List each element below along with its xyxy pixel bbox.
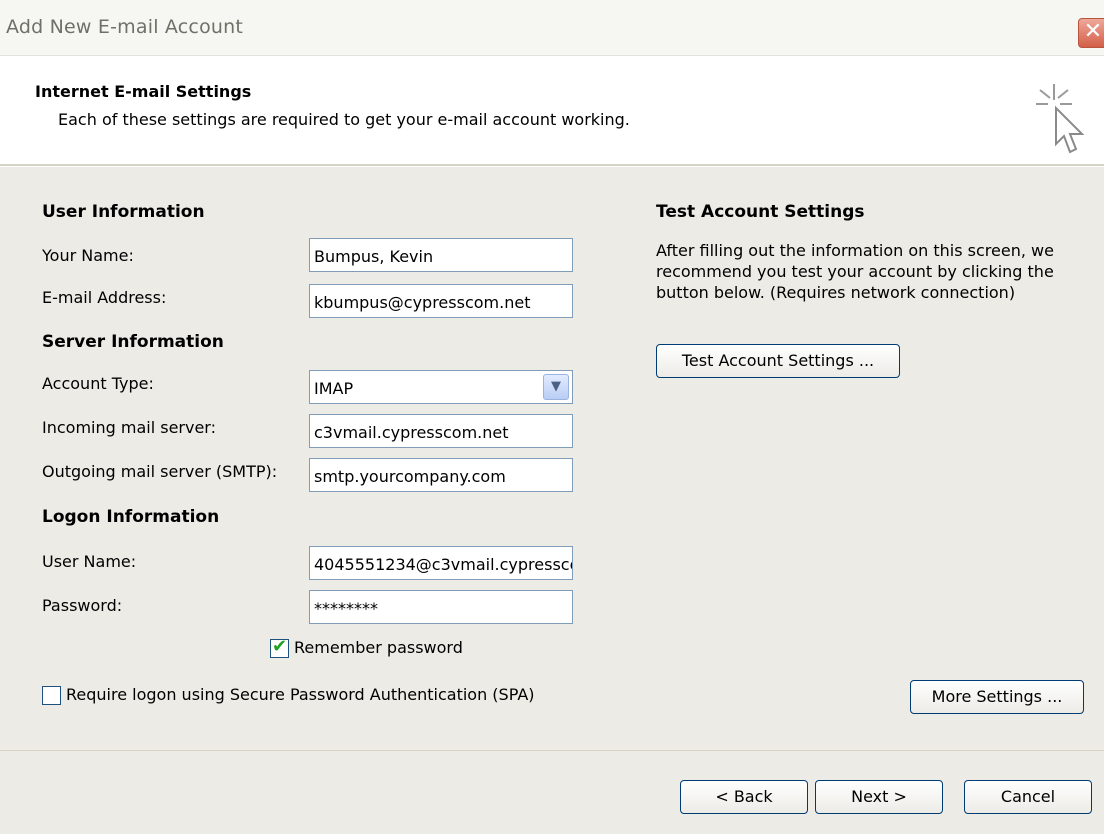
email-address-label: E-mail Address:	[42, 288, 167, 307]
password-label: Password:	[42, 596, 123, 615]
user-info-heading: User Information	[42, 202, 205, 222]
window-title: Add New E-mail Account	[6, 16, 244, 38]
outgoing-server-label: Outgoing mail server (SMTP):	[42, 462, 278, 481]
email-address-field[interactable]: kbumpus@cypresscom.net	[309, 284, 573, 318]
more-settings-button[interactable]: More Settings ...	[910, 680, 1084, 714]
page-subtitle: Each of these settings are required to g…	[58, 110, 630, 129]
account-type-select[interactable]: IMAP ▼	[309, 370, 573, 404]
check-icon: ✔	[272, 636, 288, 657]
remember-password-checkbox[interactable]: ✔	[270, 636, 289, 658]
wizard-cursor-icon	[1036, 84, 1085, 154]
incoming-server-label: Incoming mail server:	[42, 418, 216, 437]
your-name-label: Your Name:	[42, 246, 134, 265]
server-info-heading: Server Information	[42, 332, 224, 352]
account-type-label: Account Type:	[42, 374, 154, 393]
username-label: User Name:	[42, 552, 137, 571]
close-icon[interactable]: ✕	[1078, 18, 1104, 48]
next-button[interactable]: Next >	[815, 780, 943, 814]
test-account-settings-button[interactable]: Test Account Settings ...	[656, 344, 900, 378]
outgoing-server-field[interactable]: smtp.yourcompany.com	[309, 458, 573, 492]
incoming-server-field[interactable]: c3vmail.cypresscom.net	[309, 414, 573, 448]
spa-label[interactable]: Require logon using Secure Password Auth…	[66, 685, 535, 704]
cancel-button[interactable]: Cancel	[964, 780, 1092, 814]
your-name-field[interactable]: Bumpus, Kevin	[309, 238, 573, 272]
username-field[interactable]: 4045551234@c3vmail.cypresscom.net	[309, 546, 573, 580]
page-title: Internet E-mail Settings	[35, 82, 252, 101]
chevron-down-icon[interactable]: ▼	[543, 374, 569, 400]
spa-checkbox[interactable]	[42, 686, 61, 705]
test-settings-description: After filling out the information on thi…	[656, 241, 1054, 302]
test-settings-heading: Test Account Settings	[656, 202, 865, 222]
remember-password-label[interactable]: Remember password	[294, 638, 463, 657]
title-bar: Add New E-mail Account ✕	[0, 0, 1104, 56]
password-field[interactable]: ********	[309, 590, 573, 624]
back-button[interactable]: < Back	[680, 780, 808, 814]
wizard-header: Internet E-mail Settings Each of these s…	[0, 56, 1104, 166]
account-type-value: IMAP	[314, 379, 354, 398]
logon-info-heading: Logon Information	[42, 507, 220, 527]
